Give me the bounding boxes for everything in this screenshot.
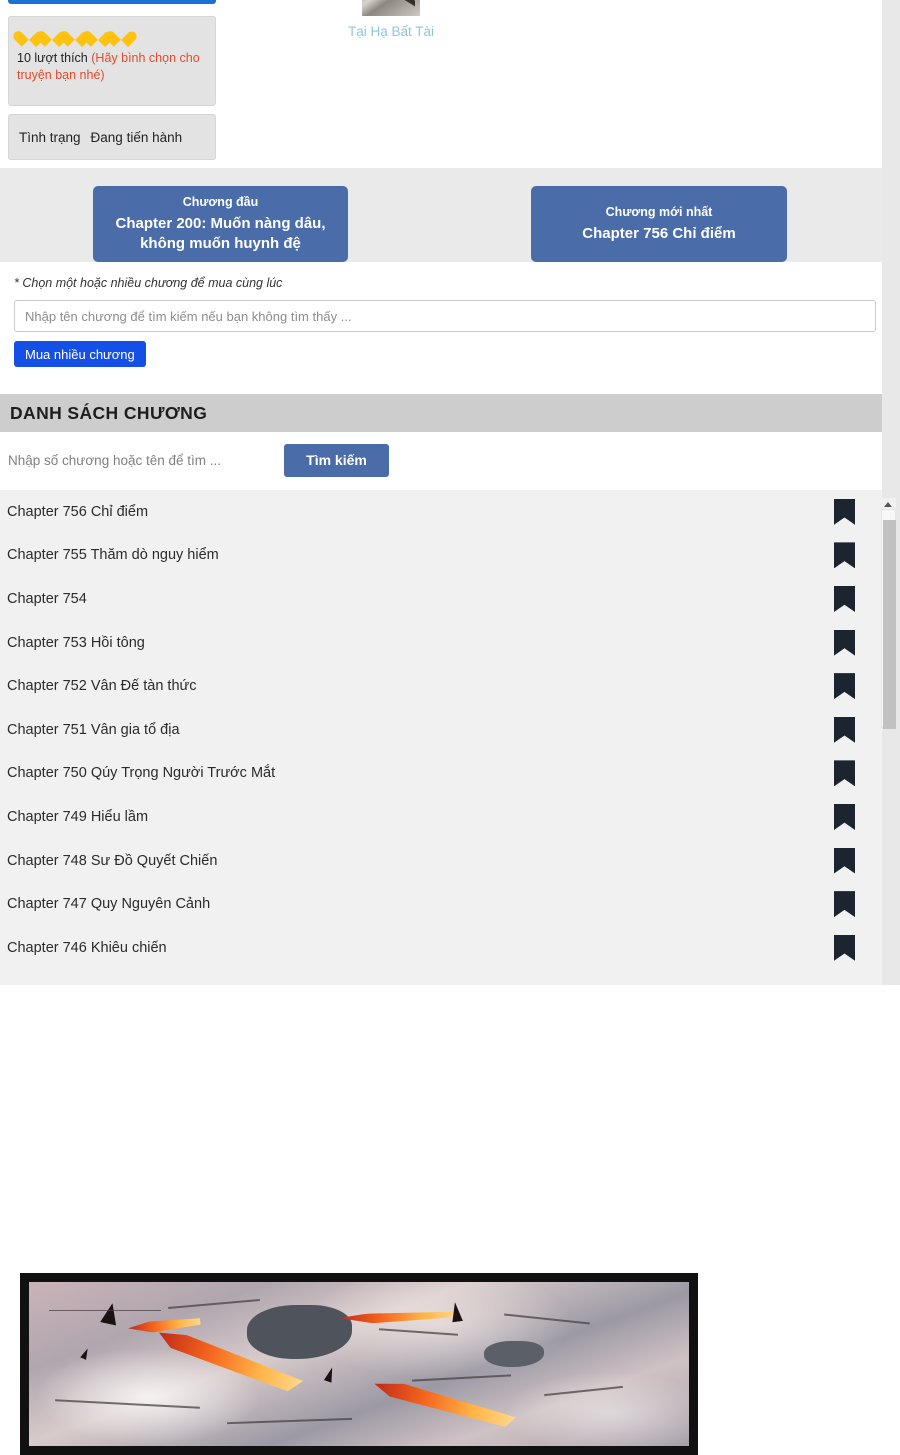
chapter-title[interactable]: Chapter 749 Hiểu lầm <box>7 809 148 825</box>
debris-shard <box>100 1302 121 1326</box>
status-box: Tình trạng Đang tiến hành <box>8 114 216 160</box>
chapter-row[interactable]: Chapter 746 Khiêu chiến <box>0 926 882 970</box>
hairline-crack <box>504 1314 589 1324</box>
chapter-row[interactable]: Chapter 755 Thăm dò nguy hiểm <box>0 534 882 578</box>
hairline-crack <box>379 1328 458 1335</box>
debris-shard <box>324 1366 336 1382</box>
lava-crack <box>371 1378 518 1428</box>
chapter-title[interactable]: Chapter 747 Quy Nguyên Cảnh <box>7 896 210 912</box>
chapter-row[interactable]: Chapter 756 Chỉ điểm <box>0 490 882 534</box>
hairline-crack <box>49 1310 161 1312</box>
hairline-crack <box>227 1418 352 1424</box>
first-chapter-title: Chapter 200: Muốn nàng dâu, không muốn h… <box>103 214 338 255</box>
scroll-up-arrow-icon[interactable] <box>881 498 896 509</box>
chapter-title[interactable]: Chapter 756 Chỉ điểm <box>7 504 148 520</box>
chapter-title[interactable]: Chapter 754 <box>7 591 87 607</box>
chapter-row[interactable]: Chapter 750 Qúy Trọng Người Trước Mắt <box>0 752 882 796</box>
uploader-avatar <box>362 0 420 16</box>
uploader-name[interactable]: Tại Hạ Bất Tài <box>330 24 452 39</box>
bookmark-icon[interactable] <box>834 673 855 699</box>
page-gutter <box>882 0 900 985</box>
chapter-row[interactable]: Chapter 752 Vân Đế tàn thức <box>0 664 882 708</box>
hairline-crack <box>544 1386 623 1396</box>
first-chapter-button[interactable]: Chương đầu Chapter 200: Muốn nàng dâu, k… <box>93 186 348 262</box>
bookmark-icon[interactable] <box>834 760 855 786</box>
manga-page-artwork <box>29 1282 689 1446</box>
chapter-row[interactable]: Chapter 751 Vân gia tổ địa <box>0 708 882 752</box>
lava-crack <box>339 1308 458 1324</box>
bookmark-icon[interactable] <box>834 542 855 568</box>
latest-chapter-button[interactable]: Chương mới nhất Chapter 756 Chỉ điểm <box>531 186 787 262</box>
comic-info-panel: Đọc truyện 10 lượt thích (Hãy bình chọn … <box>0 0 882 168</box>
chapter-title[interactable]: Chapter 750 Qúy Trọng Người Trước Mắt <box>7 765 275 781</box>
chapter-list[interactable]: Chapter 756 Chỉ điểm Chapter 755 Thăm dò … <box>0 490 882 985</box>
status-value: Đang tiến hành <box>91 130 183 145</box>
status-label: Tình trạng <box>19 130 81 145</box>
chapter-row[interactable]: Chapter 754 <box>0 577 882 621</box>
like-text-row: 10 lượt thích (Hãy bình chọn cho truyện … <box>17 50 207 84</box>
bookmark-icon[interactable] <box>834 848 855 874</box>
chapter-title[interactable]: Chapter 755 Thăm dò nguy hiểm <box>7 547 219 563</box>
chapter-title[interactable]: Chapter 753 Hồi tông <box>7 635 145 651</box>
rock-shape <box>484 1341 543 1367</box>
bookmark-icon[interactable] <box>834 630 855 656</box>
hairline-crack <box>55 1400 200 1409</box>
chapter-list-header: DANH SÁCH CHƯƠNG <box>0 394 882 432</box>
like-box: 10 lượt thích (Hãy bình chọn cho truyện … <box>8 16 216 106</box>
chapter-search-button[interactable]: Tìm kiếm <box>284 444 389 477</box>
bulk-purchase-section: * Chọn một hoặc nhiều chương để mua cùng… <box>0 262 882 380</box>
chapter-list-scrollbar[interactable] <box>881 500 896 728</box>
hairline-crack <box>168 1299 260 1309</box>
chapter-search-input[interactable] <box>0 445 280 475</box>
rock-shape <box>247 1305 353 1359</box>
chapter-title[interactable]: Chapter 746 Khiêu chiến <box>7 940 167 956</box>
chapter-title[interactable]: Chapter 751 Vân gia tổ địa <box>7 722 180 738</box>
chapter-title[interactable]: Chapter 752 Vân Đế tàn thức <box>7 678 196 694</box>
bookmark-icon[interactable] <box>834 499 855 525</box>
heart-rating[interactable] <box>19 25 207 44</box>
scrollbar-track[interactable] <box>881 509 896 728</box>
debris-shard <box>80 1347 91 1360</box>
chapter-nav-band: Chương đầu Chapter 200: Muốn nàng dâu, k… <box>0 168 882 262</box>
debris-shard <box>450 1301 463 1322</box>
bookmark-icon[interactable] <box>834 717 855 743</box>
chapter-row[interactable]: Chapter 749 Hiểu lầm <box>0 795 882 839</box>
bulk-purchase-button[interactable]: Mua nhiều chương <box>14 341 146 367</box>
bookmark-icon[interactable] <box>834 804 855 830</box>
scrollbar-thumb[interactable] <box>883 520 896 729</box>
latest-chapter-title: Chapter 756 Chỉ điểm <box>582 224 735 244</box>
chapter-row[interactable]: Chapter 747 Quy Nguyên Cảnh <box>0 882 882 926</box>
latest-chapter-caption: Chương mới nhất <box>606 204 713 221</box>
chapter-list-title: DANH SÁCH CHƯƠNG <box>10 403 207 424</box>
first-chapter-caption: Chương đầu <box>183 194 259 211</box>
bookmark-icon[interactable] <box>834 586 855 612</box>
page-root: Đọc truyện 10 lượt thích (Hãy bình chọn … <box>0 0 900 1455</box>
heart-icon[interactable] <box>111 25 130 44</box>
chapter-search-row: Tìm kiếm <box>0 432 882 488</box>
like-count: 10 lượt thích <box>17 51 88 65</box>
bookmark-icon[interactable] <box>834 891 855 917</box>
lava-crack <box>128 1316 201 1335</box>
chapter-title[interactable]: Chapter 748 Sư Đồ Quyết Chiến <box>7 853 217 869</box>
uploader-block[interactable]: Tại Hạ Bất Tài <box>330 0 452 39</box>
hairline-crack <box>412 1375 511 1382</box>
bulk-purchase-hint: * Chọn một hoặc nhiều chương để mua cùng… <box>14 276 868 290</box>
read-comic-button[interactable]: Đọc truyện <box>8 0 216 4</box>
bookmark-icon[interactable] <box>834 935 855 961</box>
chapter-row[interactable]: Chapter 748 Sư Đồ Quyết Chiến <box>0 839 882 883</box>
chapter-row[interactable]: Chapter 753 Hồi tông <box>0 621 882 665</box>
bulk-purchase-search-input[interactable] <box>14 300 876 332</box>
manga-page-image <box>20 1273 698 1455</box>
